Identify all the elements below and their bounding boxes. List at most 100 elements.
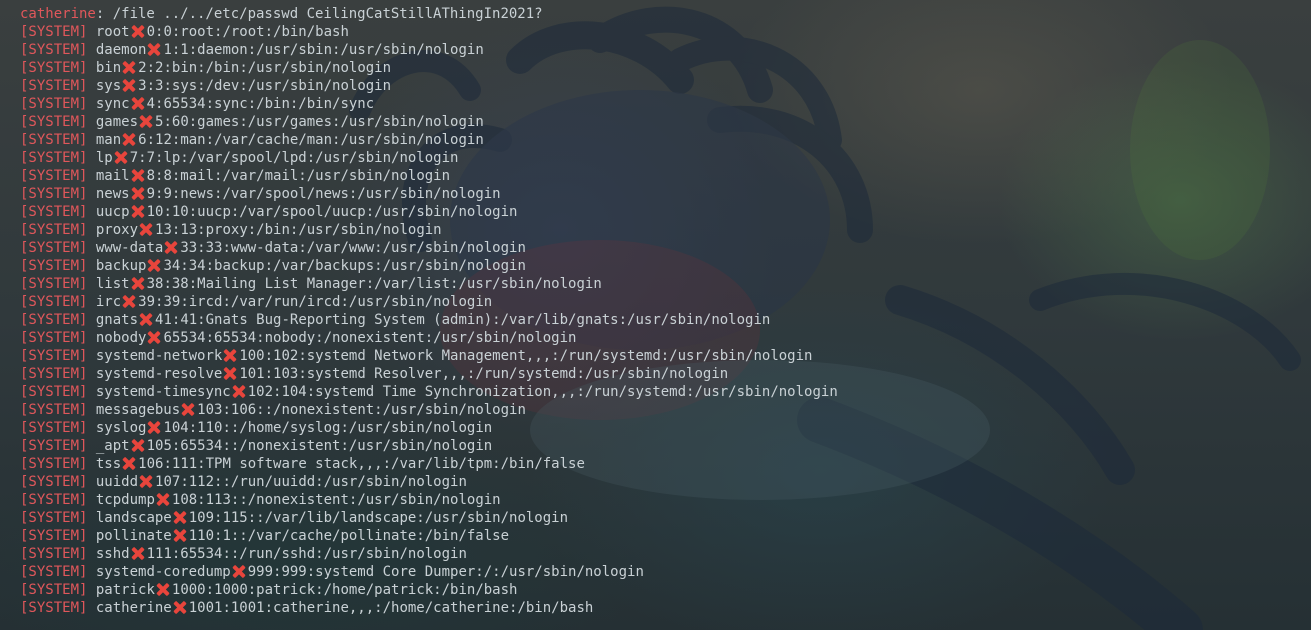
output-line: [SYSTEM] uucp 10:10:uucp:/var/spool/uucp:…	[20, 203, 838, 221]
cross-mark-icon	[156, 582, 170, 596]
user-name: nobody	[95, 330, 147, 346]
prompt-separator: :	[95, 6, 113, 22]
passwd-entry-detail: 111:65534::/run/sshd:/usr/sbin/nologin	[146, 546, 467, 562]
output-line: [SYSTEM] daemon 1:1:daemon:/usr/sbin:/usr…	[20, 41, 838, 59]
output-line: [SYSTEM] mail 8:8:mail:/var/mail:/usr/sbi…	[20, 167, 838, 185]
system-tag: [SYSTEM]	[20, 582, 88, 598]
cross-mark-icon	[139, 474, 153, 488]
passwd-entry-detail: 2:2:bin:/bin:/usr/sbin/nologin	[138, 60, 392, 76]
system-tag: [SYSTEM]	[20, 600, 88, 616]
user-name: uuidd	[95, 474, 139, 490]
system-tag: [SYSTEM]	[20, 294, 88, 310]
passwd-entry-detail: 104:110::/home/syslog:/usr/sbin/nologin	[163, 420, 493, 436]
user-name: tss	[95, 456, 122, 472]
user-name: tcpdump	[95, 492, 155, 508]
system-tag: [SYSTEM]	[20, 420, 88, 436]
user-name: daemon	[95, 42, 147, 58]
system-tag: [SYSTEM]	[20, 150, 88, 166]
output-line: [SYSTEM] proxy 13:13:proxy:/bin:/usr/sbin…	[20, 221, 838, 239]
system-tag: [SYSTEM]	[20, 366, 88, 382]
user-name: uucp	[95, 204, 130, 220]
cross-mark-icon	[173, 600, 187, 614]
system-tag: [SYSTEM]	[20, 312, 88, 328]
user-name: messagebus	[95, 402, 181, 418]
output-line: [SYSTEM] root 0:0:root:/root:/bin/bash	[20, 23, 838, 41]
user-name: systemd-timesync	[95, 384, 231, 400]
passwd-entry-detail: 13:13:proxy:/bin:/usr/sbin/nologin	[155, 222, 442, 238]
cross-mark-icon	[122, 60, 136, 74]
passwd-entry-detail: 109:115::/var/lib/landscape:/usr/sbin/no…	[188, 510, 569, 526]
cross-mark-icon	[164, 240, 178, 254]
output-line: [SYSTEM] messagebus 103:106::/nonexistent…	[20, 401, 838, 419]
passwd-entry-detail: 101:103:systemd Resolver,,,:/run/systemd…	[239, 366, 729, 382]
output-line: [SYSTEM] nobody 65534:65534:nobody:/nonex…	[20, 329, 838, 347]
cross-mark-icon	[122, 456, 136, 470]
output-line: [SYSTEM] landscape 109:115::/var/lib/land…	[20, 509, 838, 527]
output-line: [SYSTEM] systemd-coredump 999:999:systemd…	[20, 563, 838, 581]
passwd-entry-detail: 34:34:backup:/var/backups:/usr/sbin/nolo…	[163, 258, 526, 274]
system-tag: [SYSTEM]	[20, 24, 88, 40]
system-tag: [SYSTEM]	[20, 240, 88, 256]
cross-mark-icon	[156, 492, 170, 506]
passwd-entry-detail: 100:102:systemd Network Management,,,:/r…	[239, 348, 813, 364]
cross-mark-icon	[131, 24, 145, 38]
output-line: [SYSTEM] backup 34:34:backup:/var/backups…	[20, 257, 838, 275]
user-name: systemd-network	[95, 348, 223, 364]
user-name: mail	[95, 168, 130, 184]
output-line: [SYSTEM] list 38:38:Mailing List Manager:…	[20, 275, 838, 293]
cross-mark-icon	[232, 384, 246, 398]
user-name: syslog	[95, 420, 147, 436]
cross-mark-icon	[131, 186, 145, 200]
system-tag: [SYSTEM]	[20, 402, 88, 418]
output-line: [SYSTEM] bin 2:2:bin:/bin:/usr/sbin/nolog…	[20, 59, 838, 77]
user-name: _apt	[95, 438, 130, 454]
output-line: [SYSTEM] syslog 104:110::/home/syslog:/us…	[20, 419, 838, 437]
passwd-entry-detail: 106:111:TPM software stack,,,:/var/lib/t…	[138, 456, 585, 472]
cross-mark-icon	[139, 222, 153, 236]
cross-mark-icon	[147, 330, 161, 344]
system-tag: [SYSTEM]	[20, 276, 88, 292]
user-name: news	[95, 186, 130, 202]
output-line: [SYSTEM] tss 106:111:TPM software stack,,…	[20, 455, 838, 473]
system-tag: [SYSTEM]	[20, 330, 88, 346]
passwd-entry-detail: 38:38:Mailing List Manager:/var/list:/us…	[146, 276, 602, 292]
user-name: landscape	[95, 510, 172, 526]
user-name: sys	[95, 78, 122, 94]
cross-mark-icon	[122, 132, 136, 146]
output-line: [SYSTEM] tcpdump 108:113::/nonexistent:/u…	[20, 491, 838, 509]
user-name: gnats	[95, 312, 139, 328]
passwd-entry-detail: 65534:65534:nobody:/nonexistent:/usr/sbi…	[163, 330, 577, 346]
system-tag: [SYSTEM]	[20, 96, 88, 112]
cross-mark-icon	[139, 114, 153, 128]
system-tag: [SYSTEM]	[20, 528, 88, 544]
user-name: bin	[95, 60, 122, 76]
cross-mark-icon	[173, 510, 187, 524]
user-name: backup	[95, 258, 147, 274]
user-name: lp	[95, 150, 113, 166]
user-name: catherine	[95, 600, 172, 616]
system-tag: [SYSTEM]	[20, 474, 88, 490]
system-tag: [SYSTEM]	[20, 510, 88, 526]
cross-mark-icon	[131, 168, 145, 182]
output-line: [SYSTEM] patrick 1000:1000:patrick:/home/…	[20, 581, 838, 599]
passwd-entry-detail: 1000:1000:patrick:/home/patrick:/bin/bas…	[171, 582, 518, 598]
cross-mark-icon	[139, 312, 153, 326]
user-name: man	[95, 132, 122, 148]
cross-mark-icon	[131, 96, 145, 110]
passwd-entry-detail: 105:65534::/nonexistent:/usr/sbin/nologi…	[146, 438, 493, 454]
system-tag: [SYSTEM]	[20, 348, 88, 364]
passwd-entry-detail: 1:1:daemon:/usr/sbin:/usr/sbin/nologin	[163, 42, 484, 58]
terminal-output: catherine: /file ../../etc/passwd Ceilin…	[20, 5, 838, 617]
system-tag: [SYSTEM]	[20, 168, 88, 184]
output-line: [SYSTEM] sys 3:3:sys:/dev:/usr/sbin/nolog…	[20, 77, 838, 95]
cross-mark-icon	[223, 366, 237, 380]
passwd-entry-detail: 9:9:news:/var/spool/news:/usr/sbin/nolog…	[146, 186, 501, 202]
cross-mark-icon	[131, 204, 145, 218]
output-line: [SYSTEM] irc 39:39:ircd:/var/run/ircd:/us…	[20, 293, 838, 311]
user-name: irc	[95, 294, 122, 310]
passwd-entry-detail: 5:60:games:/usr/games:/usr/sbin/nologin	[155, 114, 484, 130]
passwd-entry-detail: 8:8:mail:/var/mail:/usr/sbin/nologin	[146, 168, 451, 184]
passwd-entry-detail: 6:12:man:/var/cache/man:/usr/sbin/nologi…	[138, 132, 484, 148]
passwd-entry-detail: 3:3:sys:/dev:/usr/sbin/nologin	[138, 78, 392, 94]
passwd-entry-detail: 1001:1001:catherine,,,:/home/catherine:/…	[188, 600, 594, 616]
